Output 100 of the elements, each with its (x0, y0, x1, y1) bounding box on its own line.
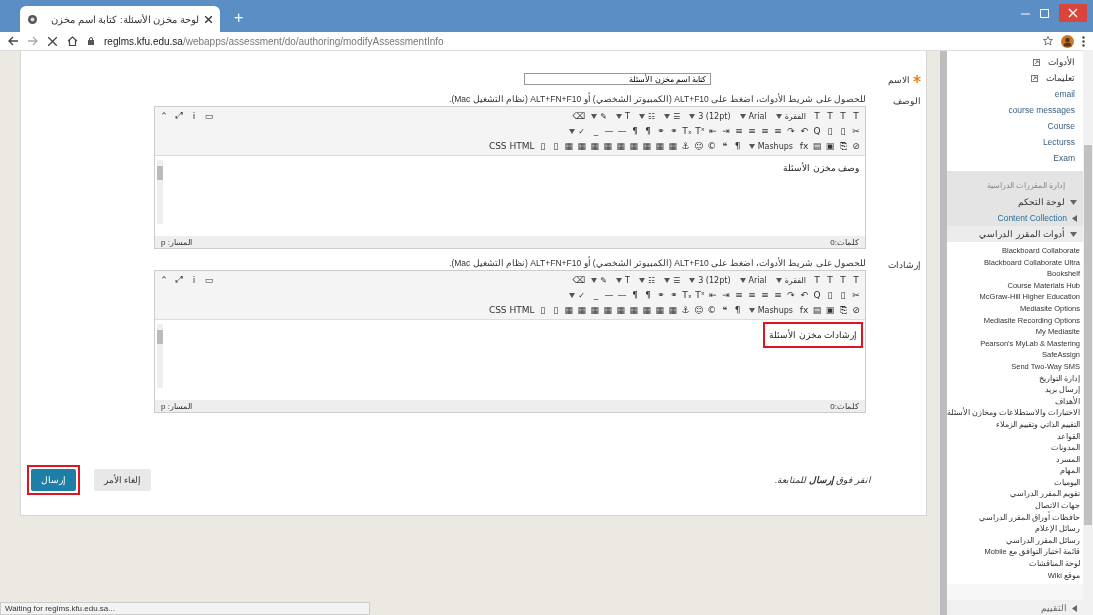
toolbar-button[interactable]: ▦ (588, 303, 601, 317)
toolbar-button[interactable]: T (811, 273, 823, 287)
toolbar-button[interactable]: ⚭ (655, 124, 667, 138)
toolbar-button[interactable]: ▯ (824, 288, 836, 302)
expand-arrow-icon[interactable] (1070, 231, 1077, 237)
toolbar-button[interactable]: ¶ (642, 124, 654, 138)
toolbar-button[interactable]: CSS (487, 303, 508, 317)
toolbar-button[interactable]: T (824, 109, 836, 123)
toolbar-button[interactable]: ▦ (640, 139, 653, 153)
toolbar-button[interactable]: ☺ (692, 303, 705, 317)
toolbar-button[interactable]: ↷ (785, 288, 797, 302)
toolbar-button[interactable]: HTML (508, 139, 536, 153)
toolbar-button[interactable]: ⊘ (850, 139, 862, 153)
toolbar-button[interactable]: ▦ (575, 303, 588, 317)
toolbar-button[interactable]: CSS (487, 139, 508, 153)
toolbar-button[interactable]: ▯ (549, 139, 562, 153)
toolbar-button[interactable]: ⌃ (158, 109, 170, 122)
toolbar-dropdown[interactable]: ☷ (634, 273, 660, 287)
toolbar-button[interactable]: ⚭ (655, 288, 667, 302)
toolbar-dropdown[interactable]: ✓ (565, 288, 589, 302)
toolbar-button[interactable]: ⚭ (668, 124, 680, 138)
toolbar-button[interactable]: ▯ (536, 303, 549, 317)
toolbar-button[interactable]: ▭ (203, 109, 215, 122)
toolbar-button[interactable]: ⊘ (850, 303, 862, 317)
toolbar-dropdown[interactable]: ☰ (660, 273, 685, 287)
toolbar-button[interactable]: ⇤ (707, 124, 719, 138)
toolbar-button[interactable]: ❝ (718, 139, 731, 153)
sidebar-menu-item[interactable]: التقييم (1041, 603, 1067, 613)
expand-arrow-icon[interactable] (1070, 199, 1077, 205)
toolbar-button[interactable]: ≡ (759, 288, 771, 302)
toolbar-button[interactable]: ▦ (627, 139, 640, 153)
toolbar-button[interactable]: ▦ (653, 303, 666, 317)
toolbar-button[interactable]: © (705, 139, 718, 153)
toolbar-button[interactable]: i (188, 109, 200, 122)
toolbar-button[interactable]: ⇥ (720, 124, 732, 138)
toolbar-button[interactable]: ⎘ (837, 139, 849, 153)
toolbar-dropdown[interactable]: ✎ (587, 109, 611, 123)
toolbar-button[interactable]: ⤢ (173, 109, 185, 122)
toolbar-button[interactable]: ↷ (785, 124, 797, 138)
collapse-arrow-icon[interactable] (1072, 214, 1077, 222)
toolbar-button[interactable]: ⎘ (837, 303, 849, 317)
toolbar-button[interactable]: Tₓ (681, 288, 693, 302)
toolbar-button[interactable]: Q (811, 288, 823, 302)
toolbar-dropdown[interactable]: ☰ (660, 109, 685, 123)
toolbar-button[interactable]: ❝ (718, 303, 731, 317)
toolbar-button[interactable]: ≡ (746, 288, 758, 302)
collapse-arrow-icon[interactable] (1072, 604, 1077, 612)
toolbar-dropdown[interactable]: الفقرة (771, 109, 810, 123)
toolbar-button[interactable]: _ (590, 288, 602, 302)
toolbar-button[interactable]: ⚓ (679, 139, 692, 153)
maximize-icon[interactable] (1040, 8, 1049, 18)
toolbar-button[interactable]: ≡ (746, 124, 758, 138)
sidebar-link[interactable]: تعليمات (1046, 73, 1075, 83)
sidebar-link[interactable]: Course (1047, 121, 1075, 131)
sidebar-link[interactable]: Lecturss (1042, 137, 1075, 147)
toolbar-button[interactable]: ▦ (666, 303, 679, 317)
toolbar-button[interactable]: ▦ (640, 303, 653, 317)
toolbar-button[interactable]: Tₓ (681, 124, 693, 138)
scrollbar[interactable] (157, 324, 163, 388)
toolbar-button[interactable]: ⌫ (571, 109, 587, 123)
toolbar-button[interactable]: HTML (508, 303, 536, 317)
toolbar-button[interactable]: — (603, 288, 615, 302)
toolbar-button[interactable]: Q (811, 124, 823, 138)
toolbar-button[interactable]: ✂ (850, 288, 862, 302)
name-field[interactable]: كتابة اسم مخزن الأسئلة (524, 73, 711, 85)
toolbar-button[interactable]: ▦ (601, 303, 614, 317)
scrollbar[interactable] (1083, 50, 1093, 615)
toolbar-dropdown[interactable]: (12pt) 3 (685, 273, 735, 287)
toolbar-dropdown[interactable]: الفقرة (771, 273, 810, 287)
toolbar-button[interactable]: ▦ (575, 139, 588, 153)
toolbar-button[interactable]: ⌫ (571, 273, 587, 287)
toolbar-button[interactable]: T (824, 273, 836, 287)
toolbar-button[interactable]: T (850, 273, 862, 287)
toolbar-button[interactable]: fx (798, 139, 810, 153)
toolbar-button[interactable]: ▯ (549, 303, 562, 317)
browser-tab[interactable]: لوحة مخزن الأسئلة: كتابة اسم مخزن (20, 6, 220, 32)
toolbar-dropdown[interactable]: ✓ (565, 124, 589, 138)
toolbar-button[interactable]: ≡ (772, 288, 784, 302)
toolbar-button[interactable]: ▯ (536, 139, 549, 153)
stop-icon[interactable] (48, 36, 57, 46)
toolbar-button[interactable]: ¶ (642, 288, 654, 302)
toolbar-button[interactable]: ↶ (798, 288, 810, 302)
sidebar-link[interactable]: email (1054, 89, 1075, 99)
toolbar-button[interactable]: ¶ (731, 139, 744, 153)
toolbar-button[interactable]: ▣ (824, 303, 836, 317)
toolbar-button[interactable]: ▦ (562, 303, 575, 317)
toolbar-button[interactable]: Tˣ (694, 288, 706, 302)
toolbar-button[interactable]: i (188, 273, 200, 286)
toolbar-button[interactable]: ▯ (824, 124, 836, 138)
toolbar-button[interactable]: ⚓ (679, 303, 692, 317)
toolbar-button[interactable]: ▣ (824, 139, 836, 153)
star-icon[interactable] (1043, 36, 1053, 46)
toolbar-button[interactable]: T (837, 109, 849, 123)
toolbar-button[interactable]: ⚭ (668, 288, 680, 302)
toolbar-button[interactable]: ▦ (614, 139, 627, 153)
toolbar-dropdown[interactable]: ☷ (634, 109, 660, 123)
back-icon[interactable] (8, 36, 18, 46)
menu-icon[interactable] (1082, 35, 1085, 47)
submit-button[interactable]: إرسال (31, 469, 76, 491)
toolbar-dropdown[interactable]: T (612, 109, 634, 123)
